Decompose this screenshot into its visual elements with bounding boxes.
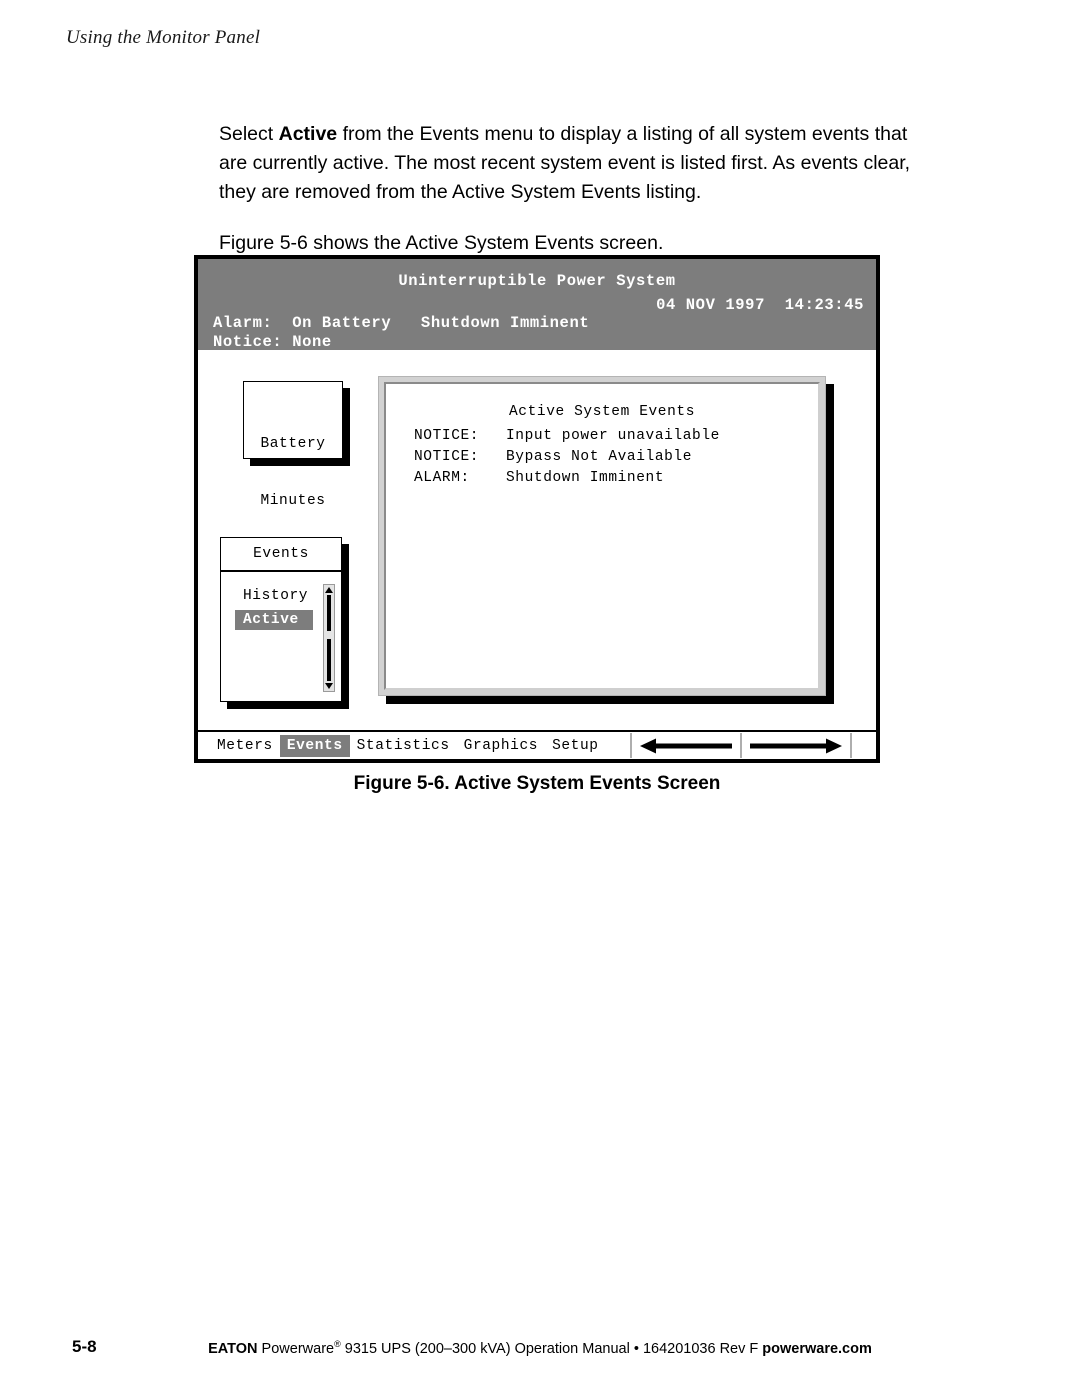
events-dropdown-menu[interactable]: Events History Active bbox=[220, 537, 342, 702]
menu-tab-events[interactable]: Events bbox=[279, 734, 350, 757]
event-row: NOTICE: Bypass Not Available bbox=[414, 447, 720, 468]
menu-tab-group: Meters Events Statistics Graphics Setup bbox=[198, 734, 606, 757]
running-head: Using the Monitor Panel bbox=[66, 27, 260, 49]
footer-product-pre: Powerware bbox=[257, 1340, 335, 1357]
figure-active-system-events: Uninterruptible Power System 04 NOV 1997… bbox=[194, 255, 880, 763]
event-row: NOTICE: Input power unavailable bbox=[414, 426, 720, 447]
next-button[interactable] bbox=[742, 733, 852, 758]
scroll-up-arrow-icon[interactable] bbox=[325, 587, 333, 593]
footer-text: EATON Powerware® 9315 UPS (200–300 kVA) … bbox=[0, 1339, 1080, 1357]
footer-product-post: 9315 UPS (200–300 kVA) Operation Manual … bbox=[340, 1340, 763, 1357]
events-menu-divider bbox=[221, 570, 341, 572]
ups-alarm-status: Alarm: On Battery Shutdown Imminent bbox=[213, 314, 590, 332]
active-events-panel-inner: Active System Events NOTICE: Input power … bbox=[384, 382, 820, 690]
menu-tab-meters[interactable]: Meters bbox=[210, 735, 280, 757]
scrollbar-track[interactable] bbox=[327, 639, 331, 681]
event-row: ALARM: Shutdown Imminent bbox=[414, 468, 720, 489]
event-message: Bypass Not Available bbox=[506, 449, 693, 465]
events-menu-item-history[interactable]: History bbox=[235, 586, 316, 606]
menu-tab-statistics[interactable]: Statistics bbox=[350, 735, 457, 757]
ups-monitor-screen: Uninterruptible Power System 04 NOV 1997… bbox=[194, 255, 880, 763]
ups-menu-bar: Meters Events Statistics Graphics Setup bbox=[198, 730, 876, 759]
event-message: Input power unavailable bbox=[506, 428, 720, 444]
battery-minutes-widget: Battery Minutes 001.3 bbox=[243, 381, 343, 566]
running-head-text: Using the Monitor Panel bbox=[66, 27, 261, 48]
paragraph-1-emphasis: Active bbox=[278, 123, 338, 145]
menu-tab-graphics[interactable]: Graphics bbox=[457, 735, 545, 757]
menu-tab-setup[interactable]: Setup bbox=[545, 735, 606, 757]
ups-screen-title: Uninterruptible Power System bbox=[398, 272, 676, 290]
ups-screen-header: Uninterruptible Power System 04 NOV 1997… bbox=[198, 259, 876, 351]
figure-caption: Figure 5-6. Active System Events Screen bbox=[353, 773, 721, 794]
ups-datetime: 04 NOV 1997 14:23:45 bbox=[656, 296, 864, 314]
previous-button[interactable] bbox=[632, 733, 742, 758]
event-message: Shutdown Imminent bbox=[506, 470, 665, 486]
scrollbar-thumb[interactable] bbox=[327, 595, 331, 631]
footer-website: powerware.com bbox=[762, 1340, 872, 1357]
events-menu-title: Events bbox=[253, 546, 309, 562]
event-severity: NOTICE: bbox=[414, 428, 480, 444]
events-menu-item-active[interactable]: Active bbox=[235, 610, 313, 630]
event-severity: NOTICE: bbox=[414, 449, 480, 465]
right-arrow-icon bbox=[749, 738, 842, 754]
paragraph-1-pre: Select bbox=[219, 123, 279, 145]
battery-label-line-2: Minutes bbox=[260, 493, 326, 509]
menu-bar-endcap bbox=[852, 733, 886, 758]
paragraph-2: Figure 5-6 shows the Active System Event… bbox=[219, 232, 664, 254]
scroll-down-arrow-icon[interactable] bbox=[325, 683, 333, 689]
active-events-heading: Active System Events bbox=[508, 404, 696, 420]
battery-label-line-1: Battery bbox=[260, 436, 326, 452]
left-arrow-icon bbox=[639, 738, 732, 754]
menu-arrow-group bbox=[629, 733, 886, 758]
registered-trademark-icon: ® bbox=[334, 1339, 341, 1349]
active-events-list: NOTICE: Input power unavailable NOTICE: By… bbox=[414, 426, 720, 489]
paragraph-1: Select Active from the Events menu to di… bbox=[219, 120, 919, 207]
ups-notice-status: Notice: None bbox=[213, 333, 332, 351]
ups-work-area: Battery Minutes 001.3 Events History Act… bbox=[198, 350, 876, 722]
event-severity: ALARM: bbox=[414, 470, 470, 486]
active-events-panel: Active System Events NOTICE: Input power … bbox=[378, 376, 826, 696]
events-menu-scrollbar[interactable] bbox=[323, 584, 335, 692]
footer-brand: EATON bbox=[208, 1340, 258, 1357]
